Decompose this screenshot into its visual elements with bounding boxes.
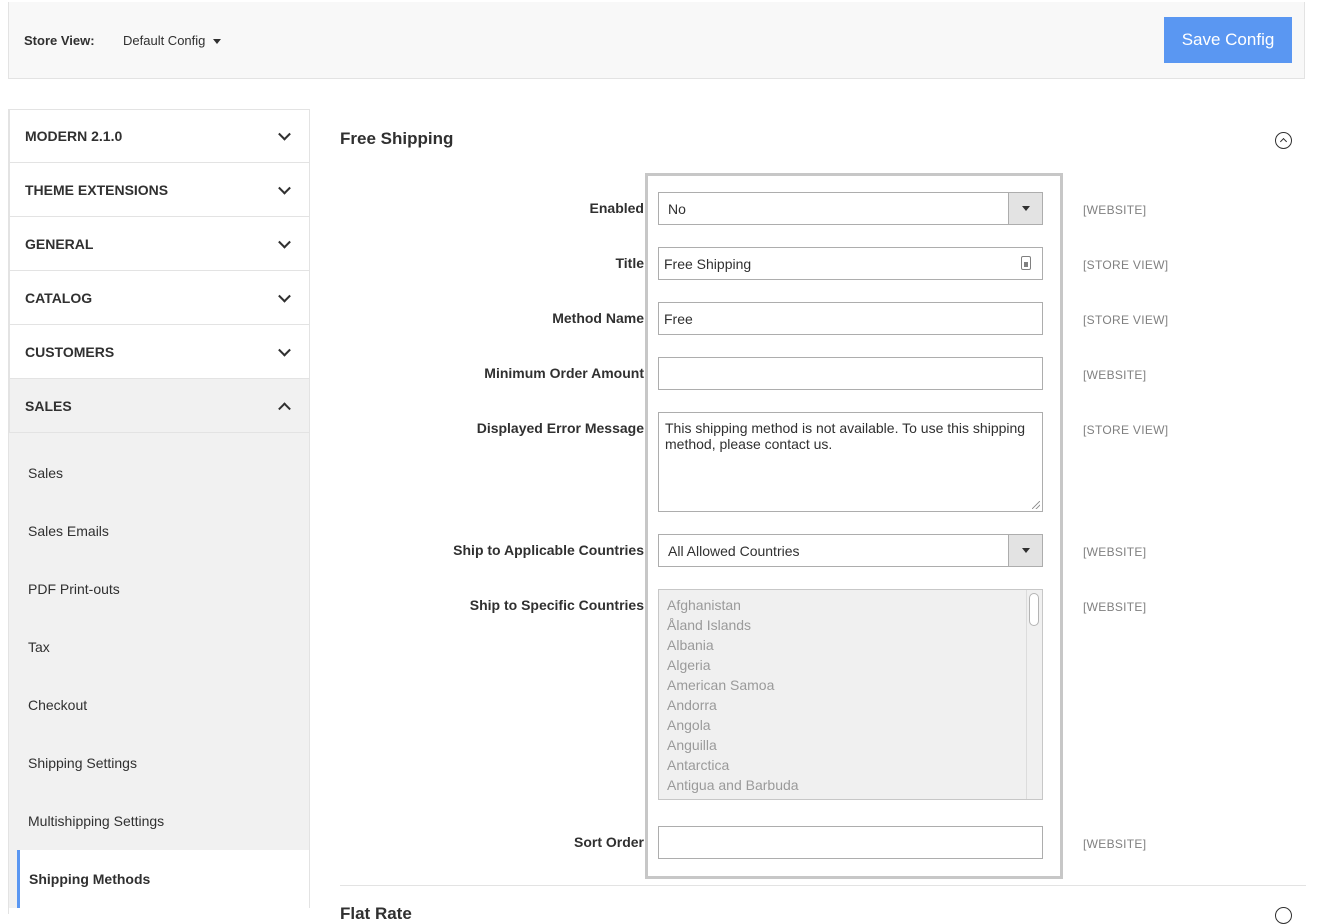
sidebar-item-sales[interactable]: Sales — [9, 444, 309, 502]
sidebar-item-multishipping-settings[interactable]: Multishipping Settings — [9, 792, 309, 850]
specific-countries-label: Ship to Specific Countries — [469, 597, 644, 613]
specific-countries-multiselect[interactable]: Afghanistan Åland Islands Albania Algeri… — [658, 589, 1043, 800]
sidebar-section-label: MODERN 2.1.0 — [25, 128, 123, 144]
sort-order-input[interactable] — [658, 826, 1043, 859]
expand-icon[interactable] — [1275, 907, 1292, 924]
country-option[interactable]: Antarctica — [659, 755, 1042, 775]
title-label: Title — [615, 255, 644, 271]
chevron-down-icon — [278, 181, 291, 195]
store-view-select[interactable]: Default Config — [123, 33, 222, 48]
country-option[interactable]: Angola — [659, 715, 1042, 735]
lock-icon — [1021, 256, 1031, 270]
chevron-up-icon — [278, 401, 291, 415]
title-scope: [STORE VIEW] — [1083, 258, 1169, 272]
country-option[interactable]: Algeria — [659, 655, 1042, 675]
sort-order-label: Sort Order — [573, 834, 644, 850]
store-view-value: Default Config — [123, 33, 206, 48]
error-message-value: This shipping method is not available. T… — [665, 420, 1026, 452]
multiselect-scrollbar[interactable] — [1026, 590, 1042, 799]
title-input[interactable]: Free Shipping — [658, 247, 1043, 280]
scrollbar-thumb[interactable] — [1029, 593, 1039, 626]
applicable-countries-select[interactable]: All Allowed Countries — [658, 534, 1043, 567]
title-value: Free Shipping — [664, 255, 752, 272]
country-option[interactable]: Andorra — [659, 695, 1042, 715]
config-sidebar: MODERN 2.1.0 THEME EXTENSIONS GENERAL CA… — [8, 109, 310, 914]
caret-down-icon — [213, 39, 222, 45]
error-message-label: Displayed Error Message — [476, 420, 644, 436]
chevron-down-icon — [278, 127, 291, 141]
resize-handle-icon[interactable] — [1032, 501, 1040, 509]
section-title-free-shipping[interactable]: Free Shipping — [340, 129, 453, 149]
enabled-select[interactable]: No — [658, 192, 1043, 225]
section-divider — [340, 885, 1306, 886]
sidebar-section-catalog[interactable]: CATALOG — [9, 271, 310, 325]
dropdown-arrow-icon — [1008, 193, 1042, 224]
chevron-down-icon — [278, 343, 291, 357]
applicable-countries-label: Ship to Applicable Countries — [453, 542, 644, 558]
sidebar-item-tax[interactable]: Tax — [9, 618, 309, 676]
save-config-button[interactable]: Save Config — [1164, 17, 1292, 63]
section-title-flat-rate[interactable]: Flat Rate — [340, 904, 412, 924]
sidebar-item-checkout[interactable]: Checkout — [9, 676, 309, 734]
sidebar-item-sales-emails[interactable]: Sales Emails — [9, 502, 309, 560]
sidebar-section-label: SALES — [25, 397, 72, 414]
min-order-label: Minimum Order Amount — [484, 365, 644, 381]
country-option[interactable]: Anguilla — [659, 735, 1042, 755]
sidebar-item-shipping-methods[interactable]: Shipping Methods — [17, 850, 309, 908]
chevron-down-icon — [278, 289, 291, 303]
country-option[interactable]: Afghanistan — [659, 595, 1042, 615]
sidebar-section-label: THEME EXTENSIONS — [25, 181, 169, 198]
chevron-down-icon — [278, 235, 291, 249]
enabled-value: No — [668, 200, 686, 217]
sidebar-section-customers[interactable]: CUSTOMERS — [9, 325, 310, 379]
sidebar-section-label: CUSTOMERS — [25, 343, 115, 360]
specific-countries-scope: [WEBSITE] — [1083, 600, 1147, 614]
country-option[interactable]: Åland Islands — [659, 615, 1042, 635]
enabled-label: Enabled — [589, 200, 644, 216]
enabled-scope: [WEBSITE] — [1083, 203, 1147, 217]
sidebar-item-pdf-printouts[interactable]: PDF Print-outs — [9, 560, 309, 618]
sidebar-section-theme-extensions[interactable]: THEME EXTENSIONS — [9, 163, 310, 217]
applicable-countries-value: All Allowed Countries — [668, 542, 800, 559]
method-name-value: Free — [664, 310, 693, 327]
sidebar-item-shipping-settings[interactable]: Shipping Settings — [9, 734, 309, 792]
applicable-countries-scope: [WEBSITE] — [1083, 545, 1147, 559]
country-option[interactable]: Albania — [659, 635, 1042, 655]
dropdown-arrow-icon — [1008, 535, 1042, 566]
min-order-input[interactable] — [658, 357, 1043, 390]
sales-subitems: Sales Sales Emails PDF Print-outs Tax Ch… — [9, 433, 310, 908]
sidebar-section-label: CATALOG — [25, 289, 93, 306]
method-name-input[interactable]: Free — [658, 302, 1043, 335]
error-message-textarea[interactable]: This shipping method is not available. T… — [658, 412, 1043, 512]
country-option[interactable]: Antigua and Barbuda — [659, 775, 1042, 795]
method-name-scope: [STORE VIEW] — [1083, 313, 1169, 327]
method-name-label: Method Name — [552, 310, 644, 326]
collapse-up-icon[interactable] — [1275, 132, 1292, 149]
country-option[interactable]: American Samoa — [659, 675, 1042, 695]
sidebar-section-modern[interactable]: MODERN 2.1.0 — [9, 109, 310, 163]
sort-order-scope: [WEBSITE] — [1083, 837, 1147, 851]
sidebar-section-sales[interactable]: SALES — [9, 379, 310, 433]
sidebar-section-label: GENERAL — [25, 235, 94, 252]
store-view-bar: Store View: Default Config Save Config — [8, 2, 1305, 79]
min-order-scope: [WEBSITE] — [1083, 368, 1147, 382]
error-message-scope: [STORE VIEW] — [1083, 423, 1169, 437]
sidebar-section-general[interactable]: GENERAL — [9, 217, 310, 271]
store-view-label: Store View: — [24, 33, 95, 48]
